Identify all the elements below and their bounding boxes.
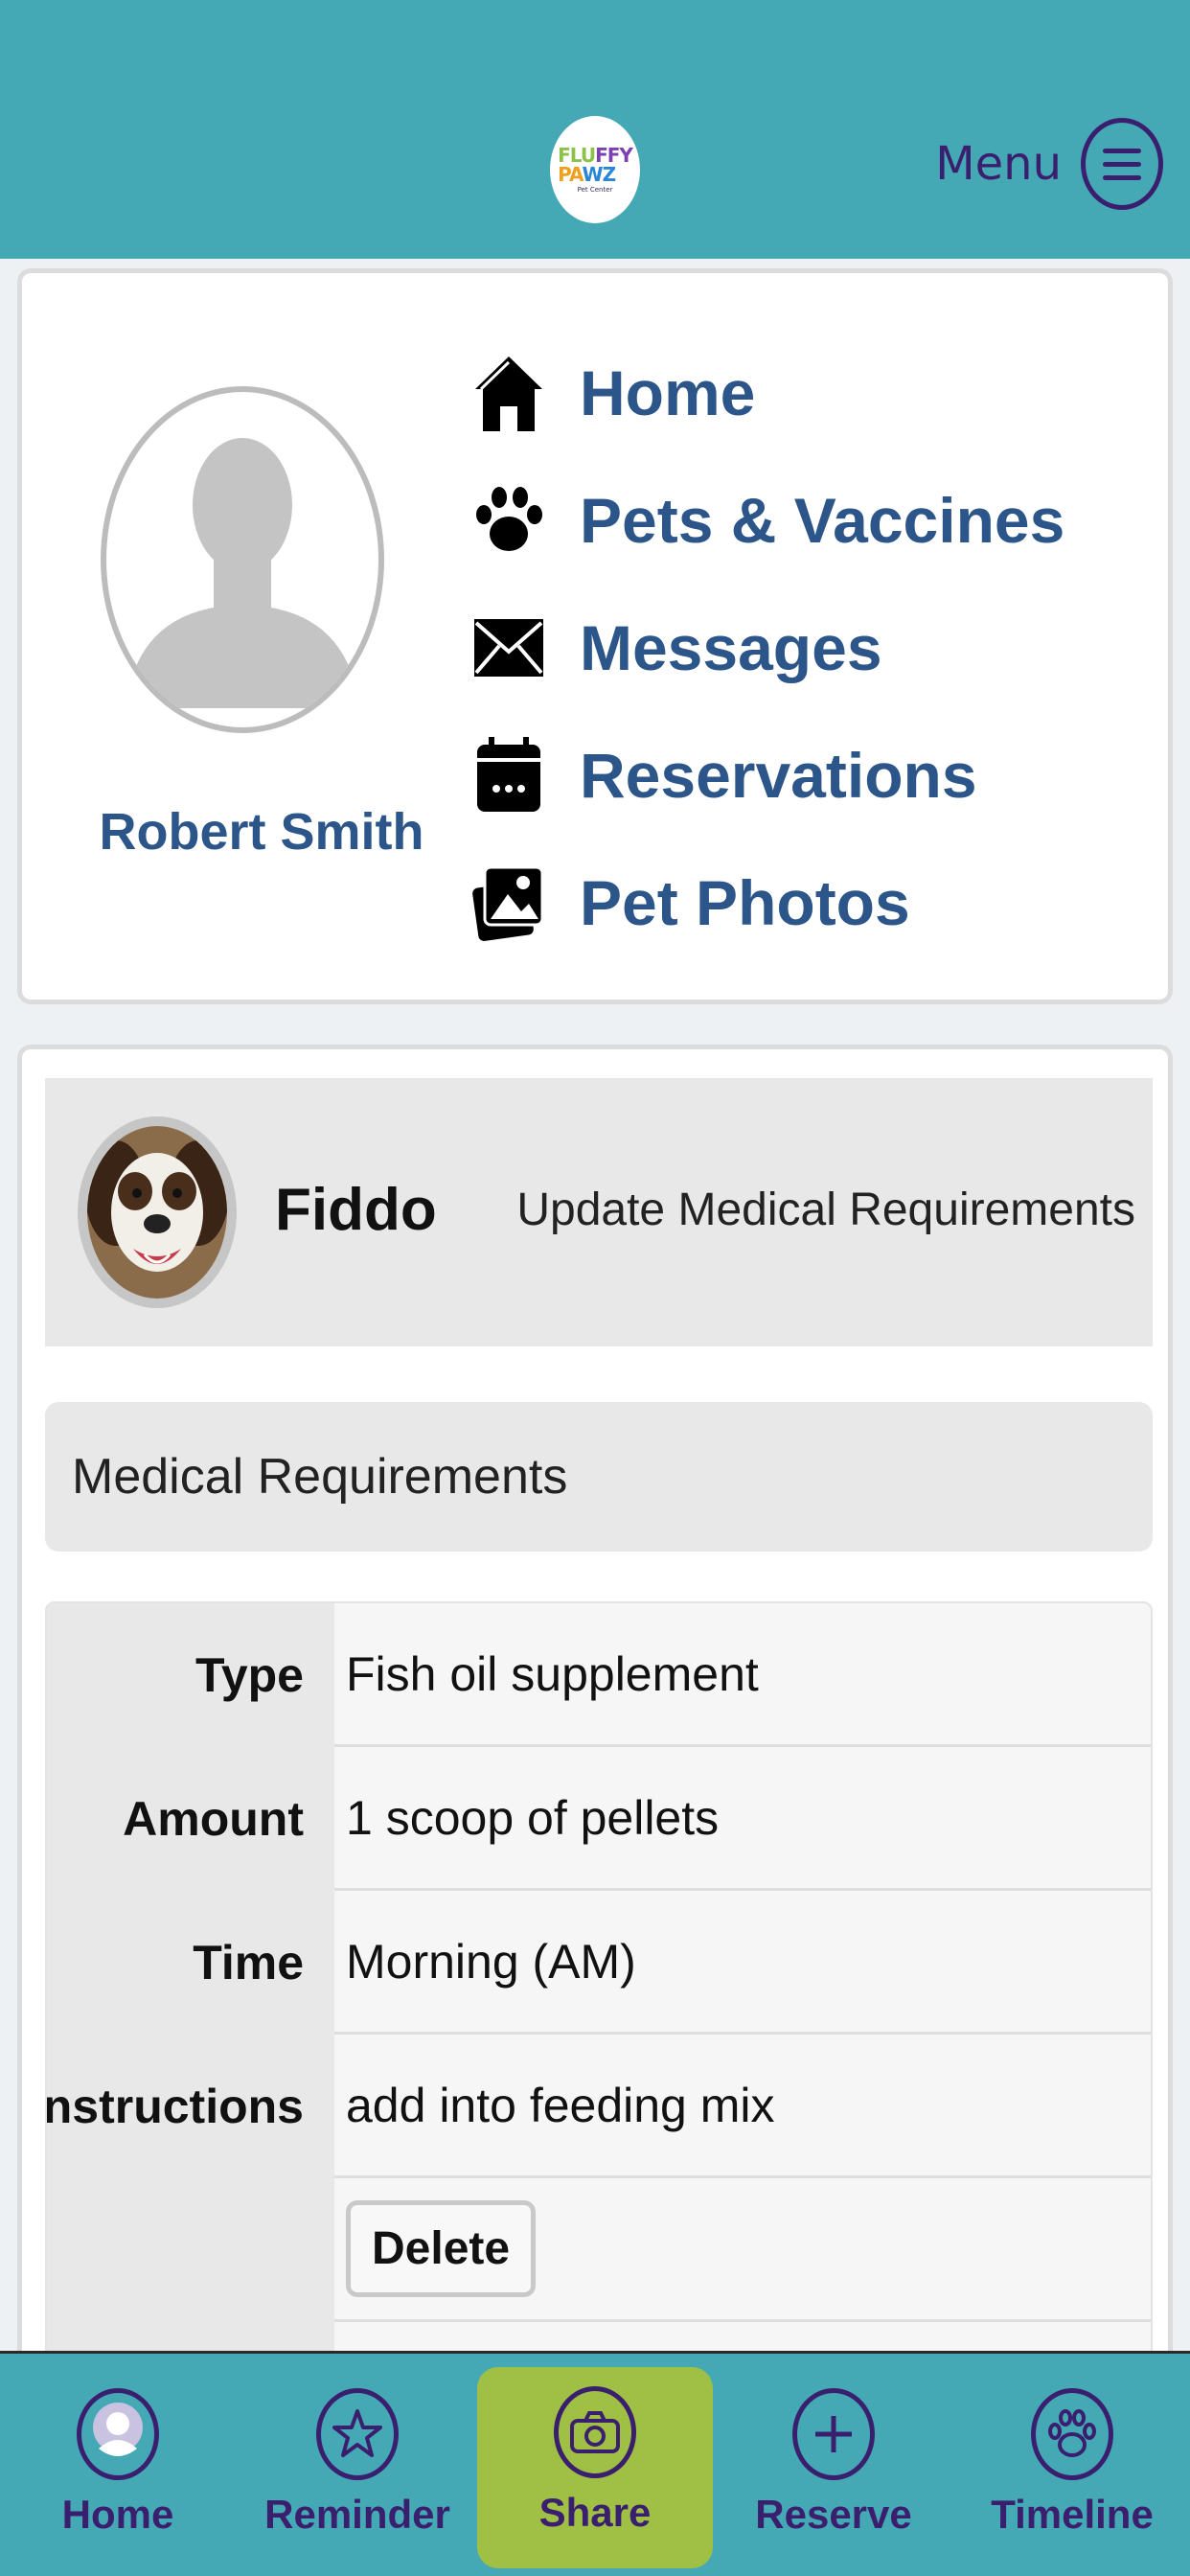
envelope-icon: [470, 605, 547, 691]
medical-requirements-table: Type Fish oil supplement Amount 1 scoop …: [45, 1601, 1153, 2468]
tab-home[interactable]: Home: [17, 2388, 218, 2538]
nav-item-messages[interactable]: Messages: [470, 584, 1064, 711]
field-value: Morning (AM): [334, 1891, 1151, 2035]
field-label: Amount: [47, 1747, 334, 1891]
nav-label: Messages: [580, 611, 882, 683]
hamburger-icon: [1081, 118, 1163, 210]
nav-item-home[interactable]: Home: [470, 329, 1064, 456]
user-avatar: [101, 386, 384, 733]
tab-label: Timeline: [991, 2492, 1154, 2537]
logo-wordmark: FLUFFY PAWZ: [558, 144, 633, 186]
table-row: Delete: [47, 2178, 1151, 2322]
pet-card: Fiddo Update Medical Requirements Medica…: [17, 1045, 1173, 2576]
field-label: Instructions: [47, 2035, 334, 2178]
tab-reminder[interactable]: Reminder: [257, 2388, 458, 2538]
brand-logo[interactable]: FLUFFY PAWZ Pet Center: [550, 116, 640, 223]
field-label-empty: [47, 2178, 334, 2322]
field-value: 1 scoop of pellets: [334, 1747, 1151, 1891]
nav-label: Reservations: [580, 739, 977, 811]
paw-icon: [470, 477, 547, 564]
plus-icon: [792, 2388, 875, 2480]
menu-label: Menu: [935, 137, 1062, 191]
pet-header: Fiddo Update Medical Requirements: [45, 1078, 1153, 1346]
nav-label: Pets & Vaccines: [580, 484, 1065, 556]
tab-label: Share: [538, 2490, 652, 2535]
camera-icon: [554, 2386, 636, 2478]
tab-timeline[interactable]: Timeline: [972, 2388, 1173, 2538]
table-row: Instructions add into feeding mix: [47, 2035, 1151, 2178]
pet-avatar[interactable]: [78, 1116, 237, 1308]
medical-requirements-header: Medical Requirements: [45, 1402, 1153, 1552]
table-row: Type Fish oil supplement: [47, 1603, 1151, 1747]
menu-button[interactable]: Menu: [935, 118, 1163, 210]
profile-nav: Home Pets & Vaccines Messages Reservatio…: [470, 329, 1064, 966]
user-silhouette-icon: [126, 438, 359, 708]
user-icon: [77, 2388, 159, 2480]
field-value: Fish oil supplement: [334, 1603, 1151, 1747]
tab-label: Home: [61, 2492, 174, 2537]
field-label: Type: [47, 1603, 334, 1747]
tab-reserve[interactable]: Reserve: [733, 2388, 934, 2538]
action-cell: Delete: [334, 2178, 1151, 2322]
nav-label: Pet Photos: [580, 866, 910, 938]
bottom-tab-bar: Home Reminder Share Reserve Timeline: [0, 2351, 1190, 2576]
nav-item-pets-vaccines[interactable]: Pets & Vaccines: [470, 456, 1064, 584]
delete-button[interactable]: Delete: [346, 2200, 537, 2297]
app-header: FLUFFY PAWZ Pet Center Menu: [0, 0, 1190, 259]
tab-label: Reserve: [755, 2492, 912, 2537]
nav-item-pet-photos[interactable]: Pet Photos: [470, 839, 1064, 966]
profile-card: Robert Smith Home Pets & Vaccines Messag…: [17, 268, 1173, 1004]
update-medical-requirements-link[interactable]: Update Medical Requirements: [516, 1184, 1135, 1236]
home-icon: [470, 350, 547, 436]
photos-icon: [470, 860, 547, 946]
table-row: Amount 1 scoop of pellets: [47, 1747, 1151, 1891]
user-name: Robert Smith: [99, 803, 424, 861]
nav-label: Home: [580, 356, 756, 428]
table-row: Time Morning (AM): [47, 1891, 1151, 2035]
section-title: Medical Requirements: [72, 1449, 568, 1505]
calendar-icon: [470, 732, 547, 818]
pet-name: Fiddo: [275, 1177, 437, 1243]
paw-icon: [1031, 2388, 1113, 2480]
nav-item-reservations[interactable]: Reservations: [470, 711, 1064, 839]
field-value: add into feeding mix: [334, 2035, 1151, 2178]
star-icon: [316, 2388, 399, 2480]
tab-label: Reminder: [264, 2492, 450, 2537]
dog-photo: [87, 1126, 227, 1299]
logo-subtitle: Pet Center: [577, 186, 613, 194]
tab-share[interactable]: Share: [477, 2367, 713, 2568]
field-label: Time: [47, 1891, 334, 2035]
